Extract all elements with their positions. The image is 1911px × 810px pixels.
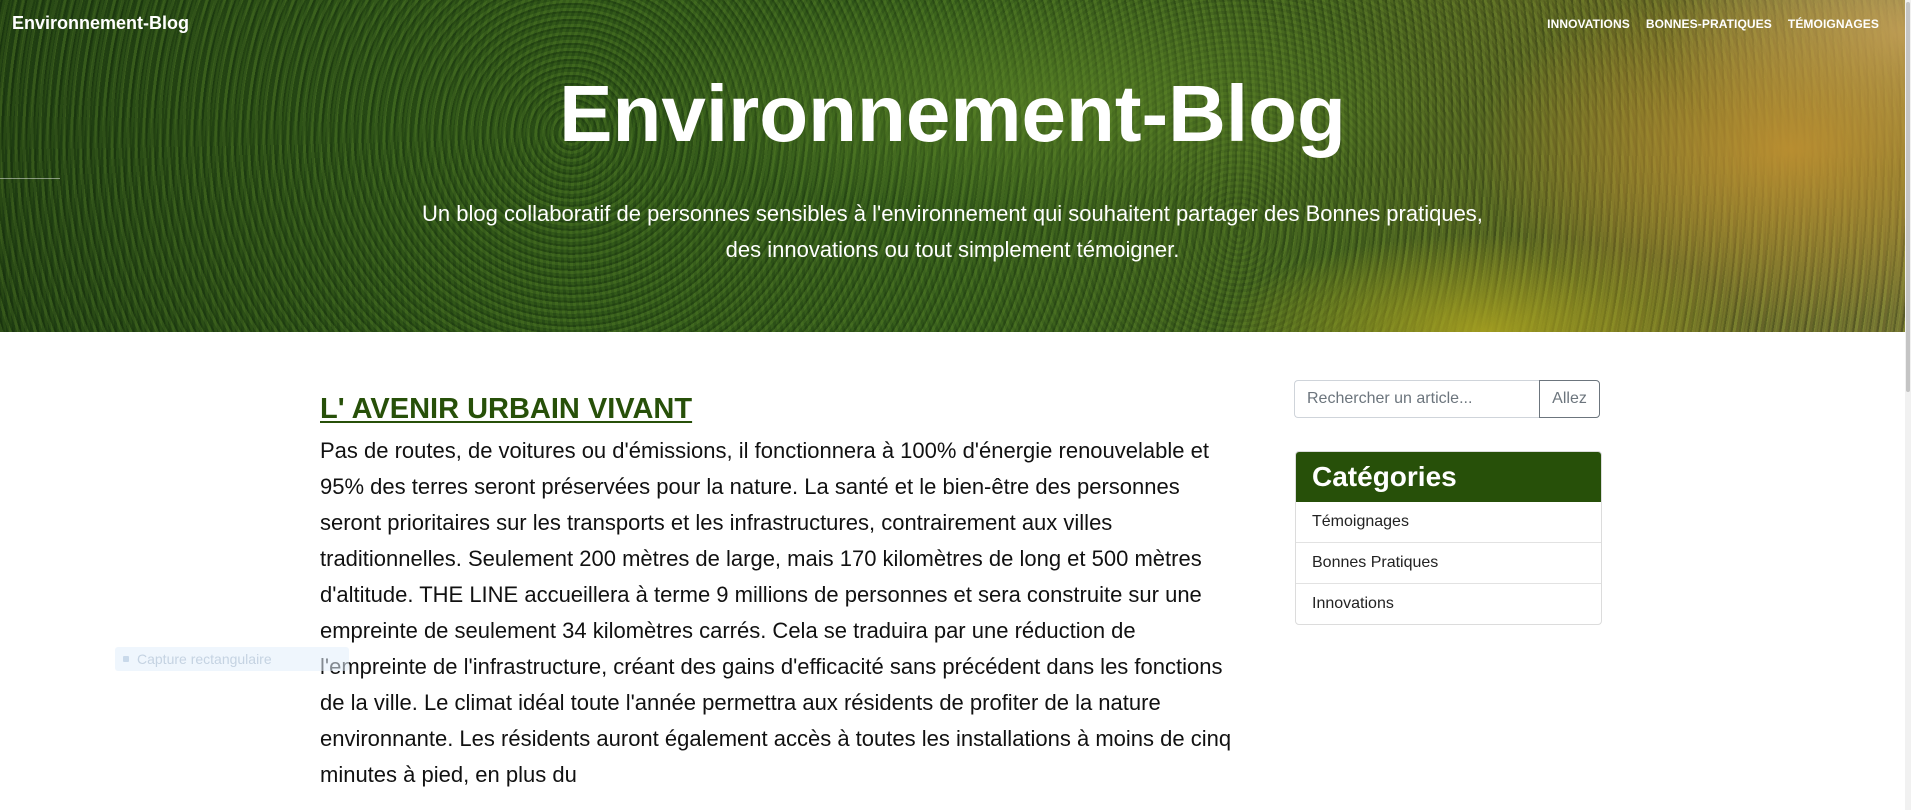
nav-link-bonnes-pratiques[interactable]: BONNES-PRATIQUES: [1646, 17, 1772, 31]
categories-card: Catégories Témoignages Bonnes Pratiques …: [1295, 451, 1602, 625]
nav-link-innovations[interactable]: INNOVATIONS: [1547, 17, 1630, 31]
top-nav: INNOVATIONS BONNES-PRATIQUES TÉMOIGNAGES: [1547, 17, 1879, 31]
nav-link-temoignages[interactable]: TÉMOIGNAGES: [1788, 17, 1879, 31]
screen-capture-overlay: Capture rectangulaire: [115, 647, 349, 671]
hero-divider: [0, 178, 60, 179]
search-input[interactable]: [1294, 380, 1539, 418]
category-item-bonnes-pratiques[interactable]: Bonnes Pratiques: [1296, 542, 1601, 583]
capture-label: Capture rectangulaire: [137, 651, 272, 667]
category-item-innovations[interactable]: Innovations: [1296, 583, 1601, 624]
article: L' AVENIR URBAIN VIVANT Pas de routes, d…: [320, 393, 1245, 793]
hero-subtitle: Un blog collaboratif de personnes sensib…: [422, 201, 1483, 262]
scrollbar-thumb[interactable]: [1906, 2, 1910, 392]
navbar-brand[interactable]: Environnement-Blog: [12, 13, 189, 34]
article-body: Pas de routes, de voitures ou d'émission…: [320, 438, 1232, 787]
capture-icon: [123, 656, 129, 662]
page-scrollbar[interactable]: [1905, 0, 1911, 810]
category-item-temoignages[interactable]: Témoignages: [1296, 502, 1601, 542]
search-form: Allez: [1294, 380, 1600, 418]
categories-title: Catégories: [1296, 452, 1601, 502]
article-title-link[interactable]: L' AVENIR URBAIN VIVANT: [320, 393, 692, 426]
hero-banner: Environnement-Blog INNOVATIONS BONNES-PR…: [0, 0, 1905, 332]
hero-title: Environnement-Blog: [559, 69, 1346, 158]
search-button[interactable]: Allez: [1539, 380, 1600, 418]
